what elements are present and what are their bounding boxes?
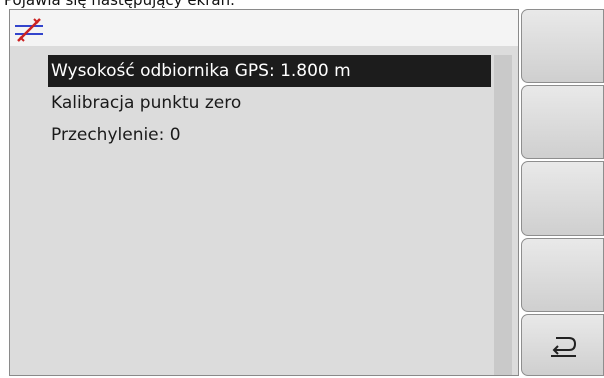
caption-text: Pojawia się następujący ekran. [4, 0, 235, 9]
softkey-1[interactable] [521, 9, 604, 83]
header-bar [10, 10, 518, 46]
return-icon [551, 337, 577, 357]
softkey-4[interactable] [521, 238, 604, 312]
list-item-zero-point-calibration[interactable]: Kalibracja punktu zero [48, 87, 491, 119]
softkey-2[interactable] [521, 85, 604, 159]
softkey-3[interactable] [521, 161, 604, 236]
softkey-panel [521, 9, 604, 376]
scrollbar[interactable] [494, 55, 512, 375]
list-item-tilt[interactable]: Przechylenie: 0 [48, 119, 491, 151]
list-item-gps-receiver-height[interactable]: Wysokość odbiornika GPS: 1.800 m [48, 55, 491, 87]
gps-antenna-icon [15, 18, 43, 42]
settings-list: Wysokość odbiornika GPS: 1.800 m Kalibra… [48, 55, 491, 151]
terminal-screen: Wysokość odbiornika GPS: 1.800 m Kalibra… [9, 9, 519, 376]
back-button[interactable] [521, 314, 604, 376]
